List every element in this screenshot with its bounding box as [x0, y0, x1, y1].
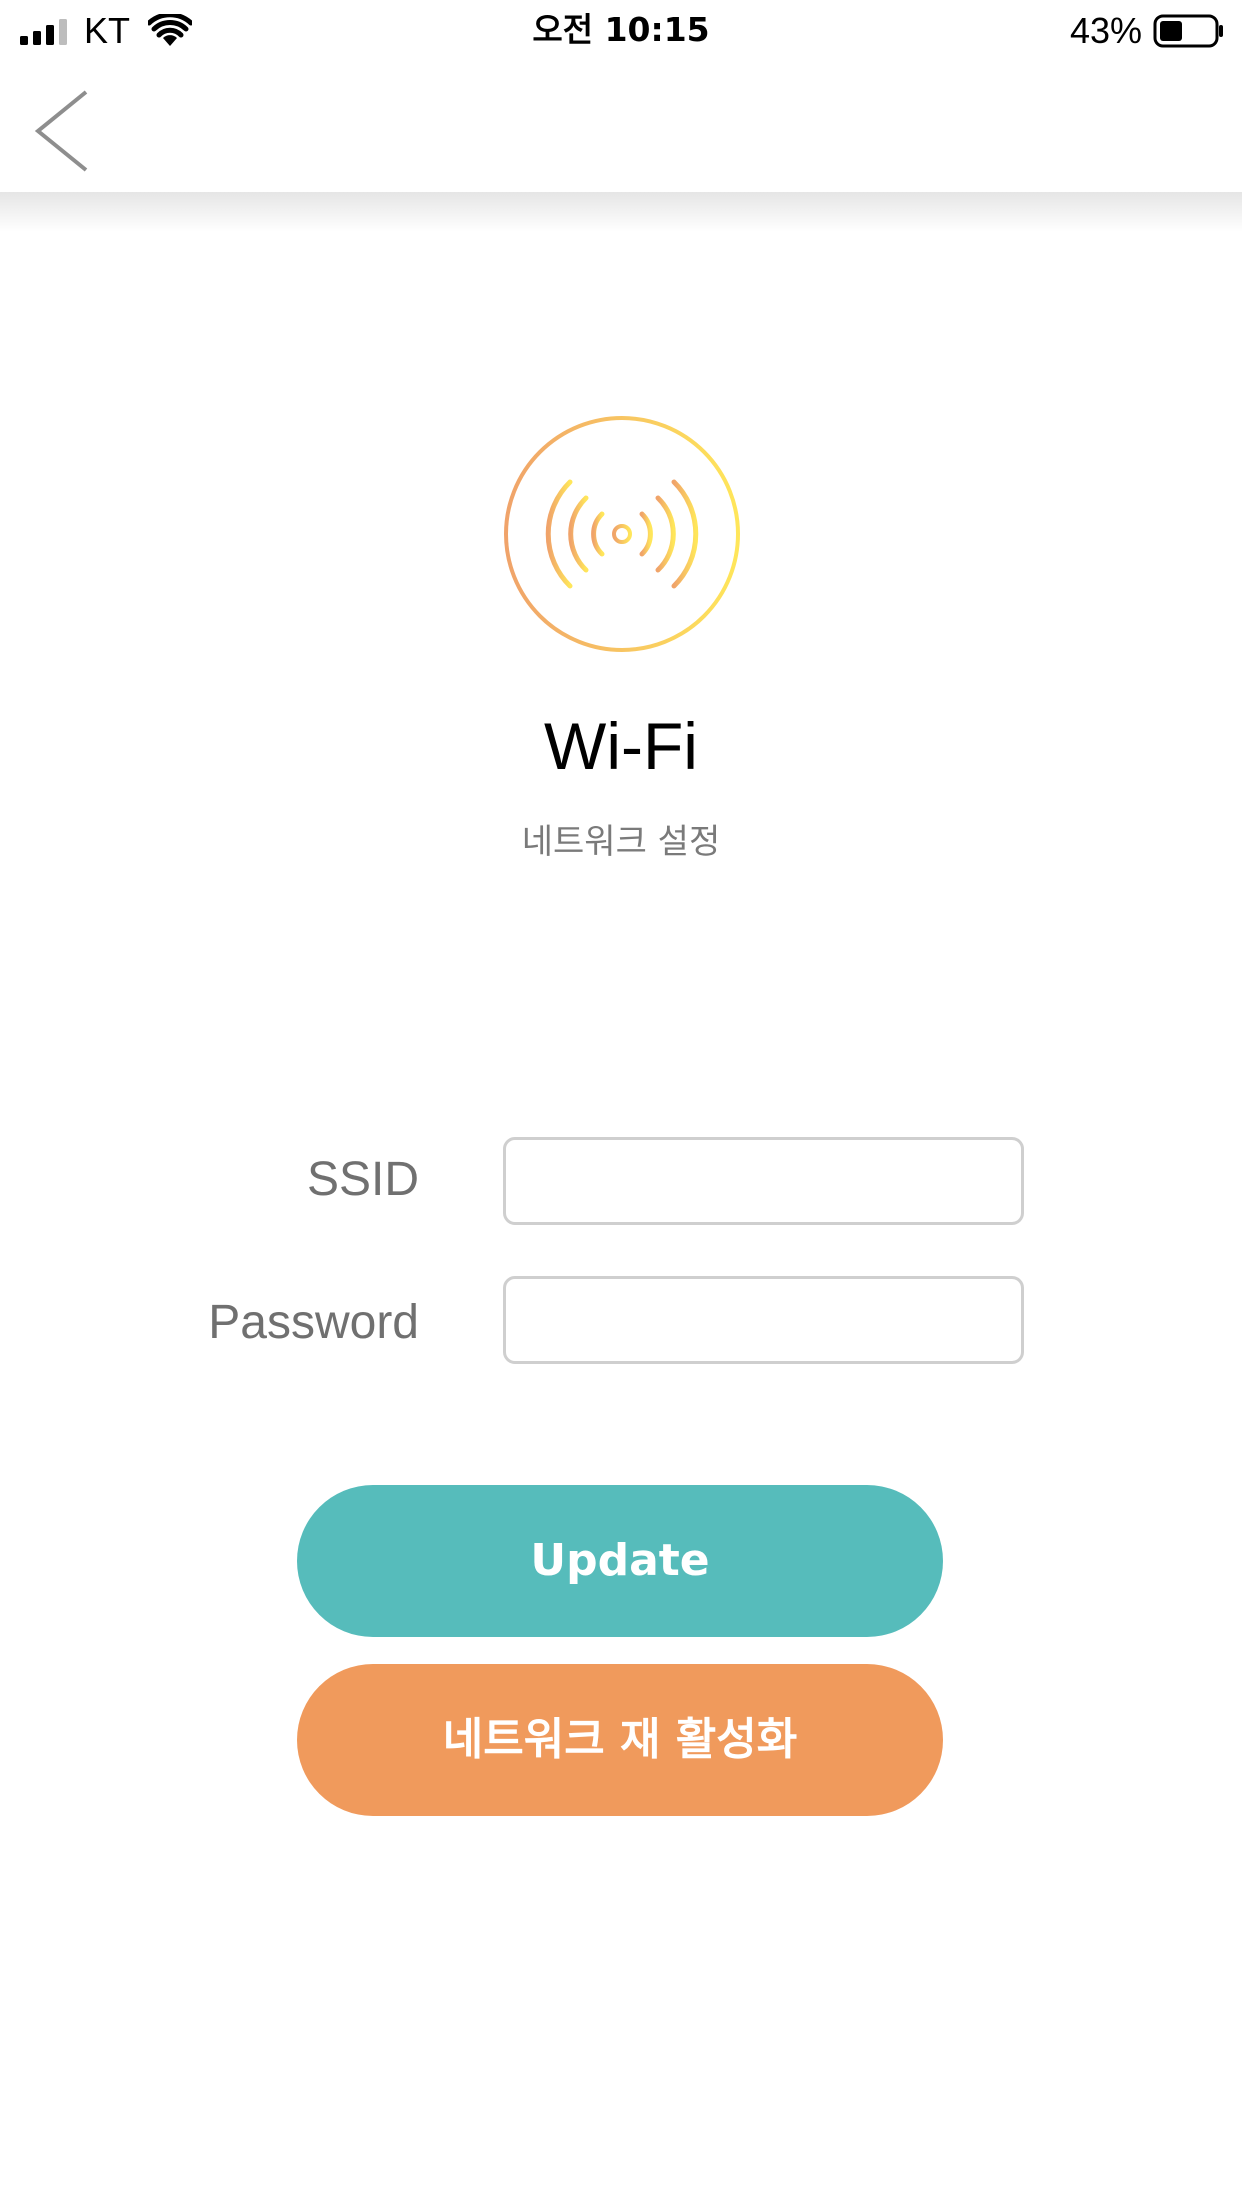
reactivate-network-button[interactable]: 네트워크 재 활성화 [297, 1664, 943, 1816]
navigation-bar [0, 62, 1242, 192]
battery-percent: 43% [1069, 10, 1142, 51]
nav-bar-shadow [0, 192, 1242, 232]
page-subtitle: 네트워크 설정 [521, 822, 721, 862]
battery-icon [1153, 14, 1223, 48]
chevron-left-icon [34, 90, 88, 172]
wifi-broadcast-icon [504, 416, 740, 652]
page-title: Wi-Fi [544, 709, 698, 783]
password-label: Password [208, 1296, 419, 1349]
ssid-input[interactable] [503, 1137, 1024, 1225]
battery-level-fill [1160, 21, 1182, 41]
ssid-label: SSID [306, 1153, 419, 1206]
update-button[interactable]: Update [297, 1485, 943, 1637]
password-input[interactable] [503, 1276, 1024, 1364]
status-bar: KT 오전 10:15 43% [0, 0, 1242, 62]
back-button[interactable] [22, 86, 102, 176]
status-time: 오전 10:15 [532, 10, 710, 49]
